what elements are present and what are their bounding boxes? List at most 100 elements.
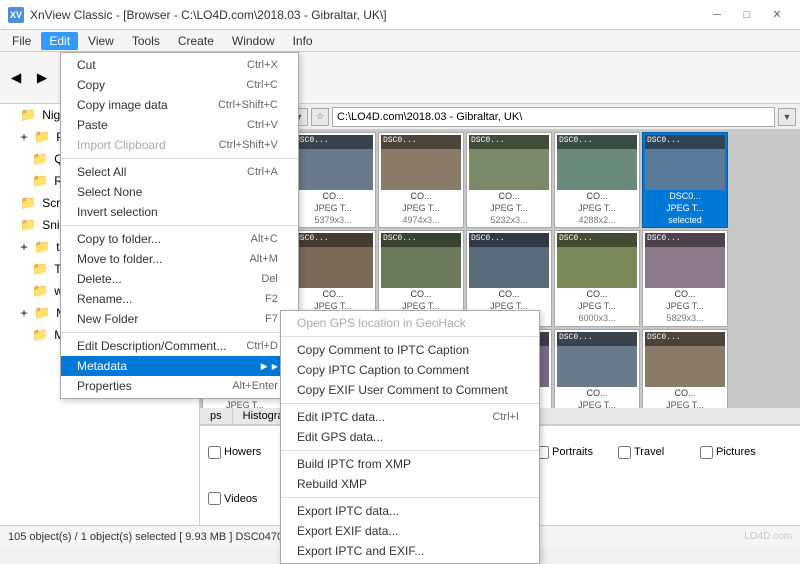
thumb-size-4: JPEG T...	[557, 203, 637, 214]
category-item-0[interactable]: Howers	[208, 430, 288, 475]
tab-ps[interactable]: ps	[200, 408, 233, 424]
submenu-copy-exif-comment[interactable]: Copy EXIF User Comment to Comment	[281, 380, 539, 400]
metadata-submenu: Open GPS location in GeoHack Copy Commen…	[280, 310, 540, 564]
thumb-dims-4: 4288x2...	[557, 215, 637, 226]
menu-copy[interactable]: CopyCtrl+C	[61, 75, 298, 95]
category-item-7[interactable]: Videos	[208, 477, 288, 522]
thumb-dims-10: 6000x3...	[557, 313, 637, 324]
category-checkbox-0[interactable]	[208, 446, 221, 459]
menu-view[interactable]: View	[80, 32, 122, 50]
thumb-item-3[interactable]: DSC0...CO...JPEG T...5232x3...	[466, 132, 552, 228]
menu-invert-selection[interactable]: Invert selection	[61, 202, 298, 222]
toolbar-btn-2[interactable]: ▶	[30, 66, 54, 90]
menu-move-to-folder[interactable]: Move to folder...Alt+M	[61, 249, 298, 269]
thumb-size-2: JPEG T...	[381, 203, 461, 214]
menu-copy-to-folder[interactable]: Copy to folder...Alt+C	[61, 229, 298, 249]
app-icon: XV	[8, 7, 24, 23]
thumb-image-11: DSC0...	[645, 233, 725, 288]
submenu-export-iptc[interactable]: Export IPTC data...	[281, 501, 539, 521]
thumb-info-11: CO...	[645, 289, 725, 300]
thumb-size-1: JPEG T...	[293, 203, 373, 214]
menu-info[interactable]: Info	[285, 32, 321, 50]
thumb-dims-3: 5232x3...	[469, 215, 549, 226]
menu-create[interactable]: Create	[170, 32, 222, 50]
submenu-sep-2	[281, 403, 539, 404]
category-checkbox-6[interactable]	[700, 446, 713, 459]
thumb-info-16: CO...	[557, 388, 637, 399]
submenu-export-iptc-exif[interactable]: Export IPTC and EXIF...	[281, 541, 539, 561]
thumb-info-10: CO...	[557, 289, 637, 300]
thumb-info-5: DSC0...	[645, 191, 725, 202]
submenu-sep-1	[281, 336, 539, 337]
thumb-dims-5: selected	[645, 215, 725, 226]
menu-edit-description[interactable]: Edit Description/Comment...Ctrl+D	[61, 336, 298, 356]
thumb-image-10: DSC0...	[557, 233, 637, 288]
menu-properties[interactable]: PropertiesAlt+Enter	[61, 376, 298, 396]
thumb-image-7: DSC0...	[293, 233, 373, 288]
thumb-image-1: DSC0...	[293, 135, 373, 190]
go-button[interactable]: ▼	[778, 108, 796, 126]
menu-cut[interactable]: CutCtrl+X	[61, 55, 298, 75]
thumb-item-2[interactable]: DSC0...CO...JPEG T...4974x3...	[378, 132, 464, 228]
window-controls: ─ □ ✕	[702, 5, 792, 25]
thumb-item-4[interactable]: DSC0...CO...JPEG T...4288x2...	[554, 132, 640, 228]
category-checkbox-5[interactable]	[618, 446, 631, 459]
submenu-copy-comment-iptc[interactable]: Copy Comment to IPTC Caption	[281, 340, 539, 360]
thumb-item-11[interactable]: DSC0...CO...JPEG T...5829x3...	[642, 230, 728, 326]
maximize-button[interactable]: □	[732, 5, 762, 25]
thumb-item-17[interactable]: DSC0...CO...JPEG T...5714x3...	[642, 329, 728, 408]
thumb-image-17: DSC0...	[645, 332, 725, 387]
thumb-info-1: CO...	[293, 191, 373, 202]
thumb-size-12: JPEG T...	[205, 400, 285, 408]
category-checkbox-7[interactable]	[208, 492, 221, 505]
category-item-4[interactable]: Portraits	[536, 430, 616, 475]
menu-rename[interactable]: Rename...F2	[61, 289, 298, 309]
fav-button[interactable]: ☆	[311, 108, 329, 126]
submenu-sep-3	[281, 450, 539, 451]
menu-tools[interactable]: Tools	[124, 32, 168, 50]
menu-window[interactable]: Window	[224, 32, 283, 50]
menu-copy-image-data[interactable]: Copy image dataCtrl+Shift+C	[61, 95, 298, 115]
thumb-size-5: JPEG T...	[645, 203, 725, 214]
menu-delete[interactable]: Delete...Del	[61, 269, 298, 289]
thumb-size-10: JPEG T...	[557, 301, 637, 312]
thumb-item-5[interactable]: DSC0...DSC0...JPEG T...selected	[642, 132, 728, 228]
thumb-info-4: CO...	[557, 191, 637, 202]
thumb-item-10[interactable]: DSC0...CO...JPEG T...6000x3...	[554, 230, 640, 326]
menu-metadata[interactable]: Metadata▶	[61, 356, 298, 376]
menu-select-all[interactable]: Select AllCtrl+A	[61, 162, 298, 182]
submenu-copy-iptc-comment[interactable]: Copy IPTC Caption to Comment	[281, 360, 539, 380]
thumb-item-1[interactable]: DSC0...CO...JPEG T...5379x3...	[290, 132, 376, 228]
submenu-export-exif[interactable]: Export EXIF data...	[281, 521, 539, 541]
thumb-image-16: DSC0...	[557, 332, 637, 387]
submenu-edit-iptc[interactable]: Edit IPTC data...Ctrl+I	[281, 407, 539, 427]
thumb-info-7: CO...	[293, 289, 373, 300]
thumb-image-2: DSC0...	[381, 135, 461, 190]
thumb-info-8: CO...	[381, 289, 461, 300]
menu-file[interactable]: File	[4, 32, 39, 50]
submenu-edit-gps[interactable]: Edit GPS data...	[281, 427, 539, 447]
submenu-rebuild-xmp[interactable]: Rebuild XMP	[281, 474, 539, 494]
menu-sep-2	[61, 225, 298, 226]
thumb-info-2: CO...	[381, 191, 461, 202]
thumb-image-9: DSC0...	[469, 233, 549, 288]
thumb-dims-2: 4974x3...	[381, 215, 461, 226]
thumb-image-8: DSC0...	[381, 233, 461, 288]
category-item-5[interactable]: Travel	[618, 430, 698, 475]
close-button[interactable]: ✕	[762, 5, 792, 25]
menu-paste[interactable]: PasteCtrl+V	[61, 115, 298, 135]
submenu-build-iptc[interactable]: Build IPTC from XMP	[281, 454, 539, 474]
thumb-image-4: DSC0...	[557, 135, 637, 190]
watermark-text: LO4D.com	[744, 531, 792, 542]
category-item-6[interactable]: Pictures	[700, 430, 780, 475]
title-bar: XV XnView Classic - [Browser - C:\LO4D.c…	[0, 0, 800, 30]
submenu-sep-4	[281, 497, 539, 498]
menu-import-clipboard: Import ClipboardCtrl+Shift+V	[61, 135, 298, 155]
address-input[interactable]	[332, 107, 775, 127]
menu-select-none[interactable]: Select None	[61, 182, 298, 202]
toolbar-btn-1[interactable]: ◀	[4, 66, 28, 90]
menu-edit[interactable]: Edit	[41, 32, 78, 50]
menu-new-folder[interactable]: New FolderF7	[61, 309, 298, 329]
minimize-button[interactable]: ─	[702, 5, 732, 25]
thumb-item-16[interactable]: DSC0...CO...JPEG T...6000x3...	[554, 329, 640, 408]
